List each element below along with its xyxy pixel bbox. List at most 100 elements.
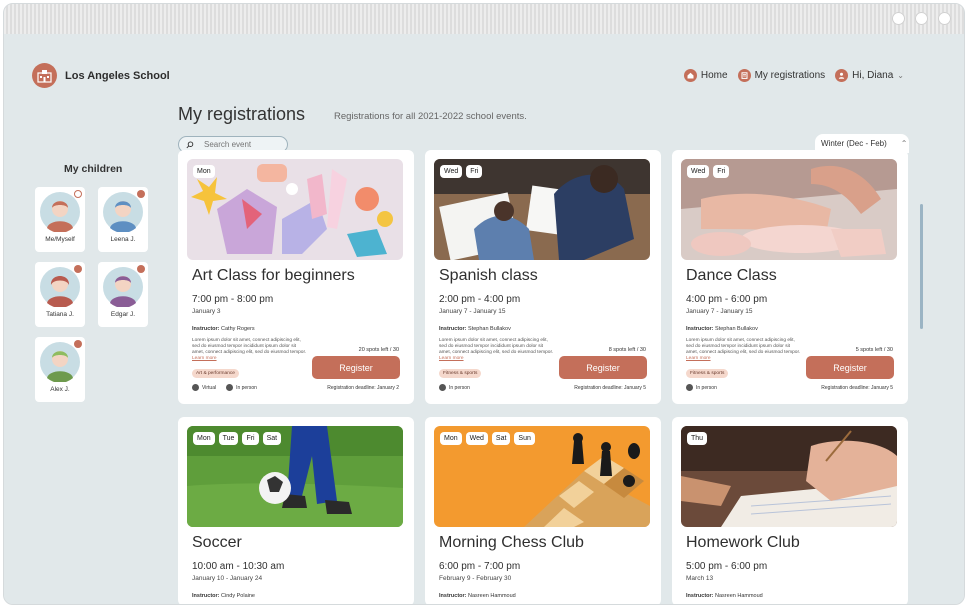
day-tags: Thu	[687, 432, 708, 445]
event-card-art[interactable]: Mon Art Class for beginners 7:00 pm - 8:…	[178, 150, 414, 404]
child-card-leena[interactable]: Leena J.	[98, 187, 148, 252]
spots-left: 8 spots left / 30	[608, 347, 646, 353]
day-tag: Sat	[262, 432, 282, 445]
child-name: Edgar J.	[110, 311, 136, 318]
instructor-name: Cathy Rogers	[221, 326, 255, 332]
day-tag: Mon	[440, 432, 462, 445]
event-time: 2:00 pm - 4:00 pm	[439, 294, 521, 305]
day-tag: Wed	[440, 165, 463, 178]
day-tags: Mon Tue Fri Sat	[193, 432, 282, 445]
instructor-label: Instructor:	[439, 593, 467, 599]
child-name: Me/Myself	[45, 236, 75, 243]
instructor: Instructor: Cathy Rogers	[192, 326, 255, 332]
event-modes: In person	[686, 384, 717, 391]
child-card-alex[interactable]: Alex J.	[35, 337, 85, 402]
register-button[interactable]: Register	[806, 356, 894, 379]
instructor-label: Instructor:	[439, 326, 467, 332]
top-nav: Home My registrations Hi, Diana ⌄	[683, 69, 904, 82]
window-dot[interactable]	[892, 12, 905, 25]
app-window: Los Angeles School Home My registrations…	[3, 3, 965, 605]
event-time: 7:00 pm - 8:00 pm	[192, 294, 274, 305]
day-tag: Fri	[242, 432, 259, 445]
event-card-homework[interactable]: Thu Homework Club 5:00 pm - 6:00 pm Marc…	[672, 417, 908, 604]
registration-deadline: Registration deadline: January 2	[327, 385, 399, 391]
day-tags: Wed Fri	[687, 165, 730, 178]
season-value: Winter (Dec - Feb)	[821, 139, 887, 148]
child-card-edgar[interactable]: Edgar J.	[98, 262, 148, 327]
event-card-spanish[interactable]: Wed Fri Spanish class 2:00 pm - 4:00 pm …	[425, 150, 661, 404]
mode-in-person: In person	[226, 384, 257, 391]
day-tag: Mon	[193, 432, 215, 445]
day-tag: Wed	[687, 165, 710, 178]
user-menu[interactable]: Hi, Diana ⌄	[835, 69, 904, 82]
school-logo-icon	[32, 63, 57, 88]
learn-more-link[interactable]: Learn more	[686, 356, 711, 361]
home-icon	[683, 69, 697, 82]
day-tag: Mon	[193, 165, 215, 178]
child-card-me[interactable]: Me/Myself	[35, 187, 85, 252]
instructor: Instructor: Nasreen Hammoud	[686, 593, 763, 599]
event-card-chess[interactable]: Mon Wed Sat Sun Morning Chess Club 6:00 …	[425, 417, 661, 604]
event-title: Art Class for beginners	[192, 267, 355, 284]
search-input[interactable]	[204, 140, 274, 149]
avatar	[40, 342, 80, 382]
learn-more-link[interactable]: Learn more	[192, 356, 217, 361]
event-description: Lorem ipsum dolor sit amet, connect adip…	[439, 338, 555, 362]
event-title: Dance Class	[686, 267, 777, 284]
event-modes: In person	[439, 384, 470, 391]
day-tag: Thu	[687, 432, 708, 445]
app-content: Los Angeles School Home My registrations…	[4, 34, 964, 604]
event-description: Lorem ipsum dolor sit amet, connect adip…	[192, 338, 308, 362]
vertical-scrollbar[interactable]	[920, 204, 923, 329]
instructor: Instructor: Stephan Bullakov	[686, 326, 758, 332]
event-date: March 13	[686, 575, 714, 582]
avatar	[40, 267, 80, 307]
child-card-tatiana[interactable]: Tatiana J.	[35, 262, 85, 327]
virtual-icon	[192, 384, 199, 391]
window-dot[interactable]	[938, 12, 951, 25]
day-tag: Fri	[466, 165, 483, 178]
instructor-name: Stephan Bullakov	[715, 326, 758, 332]
in-person-icon	[226, 384, 234, 391]
event-card-soccer[interactable]: Mon Tue Fri Sat Soccer 10:00 am - 10:30 …	[178, 417, 414, 604]
avatar	[103, 267, 143, 307]
in-person-icon	[686, 384, 693, 391]
instructor-label: Instructor:	[686, 593, 714, 599]
day-tag: Sun	[514, 432, 535, 445]
event-date: January 7 - January 15	[686, 308, 753, 315]
category-badge: Art & performance	[192, 369, 239, 378]
event-time: 5:00 pm - 6:00 pm	[686, 561, 768, 572]
register-button[interactable]: Register	[312, 356, 400, 379]
brand-name: Los Angeles School	[65, 69, 170, 82]
mode-in-person: In person	[686, 384, 717, 391]
chevron-down-icon: ⌄	[897, 71, 904, 80]
event-card-dance[interactable]: Wed Fri Dance Class 4:00 pm - 6:00 pm Ja…	[672, 150, 908, 404]
instructor-label: Instructor:	[192, 593, 220, 599]
nav-my-registrations[interactable]: My registrations	[737, 69, 826, 82]
instructor: Instructor: Stephan Bullakov	[439, 326, 511, 332]
nav-registrations-label: My registrations	[754, 70, 826, 81]
instructor-name: Stephan Bullakov	[468, 326, 511, 332]
page-subtitle: Registrations for all 2021-2022 school e…	[334, 111, 527, 122]
event-title: Soccer	[192, 534, 242, 551]
event-image-homework	[681, 426, 897, 527]
description-text: Lorem ipsum dolor sit amet, connect adip…	[439, 338, 554, 355]
children-title: My children	[64, 163, 123, 175]
event-date: January 7 - January 15	[439, 308, 506, 315]
nav-home-label: Home	[700, 70, 728, 81]
user-avatar-icon	[835, 69, 849, 82]
event-date: January 10 - January 24	[192, 575, 263, 582]
learn-more-link[interactable]: Learn more	[439, 356, 464, 361]
selected-check-icon	[74, 265, 82, 273]
selected-check-icon	[137, 190, 145, 198]
nav-home[interactable]: Home	[683, 69, 728, 82]
day-tag: Fri	[713, 165, 730, 178]
window-dot[interactable]	[915, 12, 928, 25]
day-tag: Sat	[491, 432, 511, 445]
search-icon	[186, 140, 194, 148]
brand[interactable]: Los Angeles School	[32, 63, 170, 88]
event-modes: Virtual In person	[192, 384, 257, 391]
register-button[interactable]: Register	[559, 356, 647, 379]
event-time: 6:00 pm - 7:00 pm	[439, 561, 521, 572]
day-tags: Wed Fri	[440, 165, 483, 178]
